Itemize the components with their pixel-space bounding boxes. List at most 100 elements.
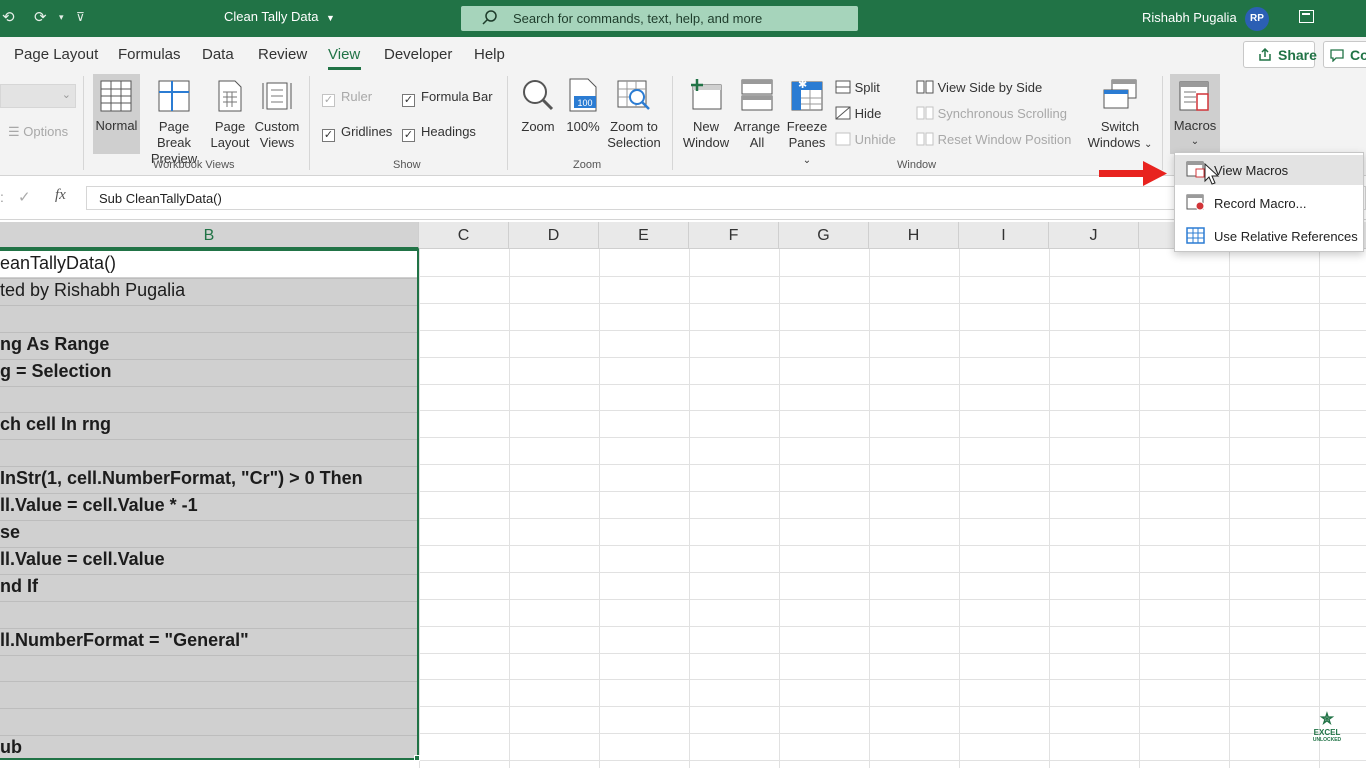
cell-b-value[interactable]: ng As Range xyxy=(0,334,109,355)
sheet-view-dropdown[interactable]: ⌄ xyxy=(0,84,76,108)
column-header-h[interactable]: H xyxy=(869,222,959,249)
page-layout-label-2: Layout xyxy=(210,135,250,150)
column-gridline xyxy=(869,249,870,768)
checkbox-checked-icon: ✓ xyxy=(402,94,415,107)
sheet-view-options-button[interactable]: ☰ Options xyxy=(8,124,68,140)
zoom-label: Zoom xyxy=(521,119,555,134)
page-break-icon xyxy=(158,80,190,112)
row-gridline xyxy=(419,733,1366,734)
column-gridline xyxy=(509,249,510,768)
tab-data[interactable]: Data xyxy=(202,46,234,63)
sync-scroll-icon xyxy=(916,106,934,120)
undo-icon[interactable]: ⟲ xyxy=(2,8,15,26)
row-gridline xyxy=(419,357,1366,358)
tab-page-layout[interactable]: Page Layout xyxy=(14,46,98,63)
comments-button[interactable]: Co xyxy=(1323,41,1366,68)
user-name[interactable]: Rishabh Pugalia xyxy=(1142,10,1237,25)
column-header-j[interactable]: J xyxy=(1049,222,1139,249)
search-box[interactable]: Search for commands, text, help, and mor… xyxy=(461,6,858,31)
selected-range[interactable]: eanTallyData() ted by Rishabh Pugalia ng A… xyxy=(0,249,419,760)
tab-view[interactable]: View xyxy=(328,46,360,63)
workbook-views-group-label: Workbook Views xyxy=(153,159,235,171)
cell-b-value[interactable]: ted by Rishabh Pugalia xyxy=(0,280,185,301)
record-macro-label: Record Macro... xyxy=(1214,196,1307,211)
page-break-preview-button[interactable]: Page Break Preview xyxy=(142,80,206,166)
view-side-by-side-button[interactable]: View Side by Side xyxy=(916,80,1042,95)
page-layout-label-1: Page xyxy=(214,119,246,134)
zoom-to-selection-icon xyxy=(617,80,650,110)
new-window-button[interactable]: New Window xyxy=(680,78,732,154)
arrange-all-button[interactable]: Arrange All xyxy=(733,78,781,154)
unhide-icon xyxy=(835,132,851,146)
column-header-f[interactable]: F xyxy=(689,222,779,249)
headings-label: Headings xyxy=(421,124,476,139)
column-gridline xyxy=(779,249,780,768)
column-header-i[interactable]: I xyxy=(959,222,1049,249)
cell-b-value[interactable]: ll.Value = cell.Value * -1 xyxy=(0,495,198,516)
page-layout-view-button[interactable]: Page Layout xyxy=(210,80,250,156)
customize-toolbar-icon[interactable]: ⊽ xyxy=(76,10,85,24)
new-window-icon xyxy=(691,79,722,110)
chevron-down-icon[interactable]: ▾ xyxy=(59,12,64,23)
zoom-button[interactable]: Zoom xyxy=(516,78,560,148)
view-macros-label: View Macros xyxy=(1214,163,1289,178)
tab-review[interactable]: Review xyxy=(258,46,307,63)
enter-icon[interactable]: ✓ xyxy=(18,188,31,206)
selection-row-line xyxy=(0,655,417,656)
normal-label: Normal xyxy=(95,118,138,133)
custom-views-button[interactable]: Custom Views xyxy=(253,80,301,156)
redo-icon[interactable]: ⟳ xyxy=(34,8,47,26)
cell-b-value[interactable]: InStr(1, cell.NumberFormat, "Cr") > 0 Th… xyxy=(0,468,363,489)
column-header-d[interactable]: D xyxy=(509,222,599,249)
cell-grid[interactable]: eanTallyData() ted by Rishabh Pugalia ng A… xyxy=(0,249,1366,768)
gridlines-checkbox[interactable]: ✓ Gridlines xyxy=(322,124,392,142)
tab-formulas[interactable]: Formulas xyxy=(118,46,181,63)
checkbox-checked-icon: ✓ xyxy=(322,129,335,142)
ruler-checkbox[interactable]: ✓ Ruler xyxy=(322,89,372,107)
switch-windows-button[interactable]: Switch Windows ⌄ xyxy=(1084,78,1156,154)
share-button[interactable]: Share xyxy=(1243,41,1317,68)
cell-b-value[interactable]: ll.Value = cell.Value xyxy=(0,549,165,570)
cancel-icon[interactable]: : xyxy=(0,189,4,205)
split-button[interactable]: Split xyxy=(835,80,880,95)
selection-row-line xyxy=(0,386,417,387)
column-header-g[interactable]: G xyxy=(779,222,869,249)
cell-b-value[interactable]: nd If xyxy=(0,576,38,597)
document-title[interactable]: Clean Tally Data ▼ xyxy=(224,9,335,24)
menu-item-record-macro[interactable]: Record Macro... xyxy=(1175,188,1363,218)
checkbox-checked-icon: ✓ xyxy=(322,94,335,107)
cell-b-value[interactable]: ub xyxy=(0,737,22,758)
macros-button[interactable]: Macros ⌄ xyxy=(1170,74,1220,154)
search-icon xyxy=(482,10,497,25)
freeze-panes-button[interactable]: ✱ Freeze Panes ⌄ xyxy=(783,78,831,166)
cell-b-value[interactable]: g = Selection xyxy=(0,361,112,382)
formula-bar-label: Formula Bar xyxy=(421,89,493,104)
cell-b-value[interactable]: se xyxy=(0,522,20,543)
formula-bar-checkbox[interactable]: ✓ Formula Bar xyxy=(402,89,493,107)
fill-handle[interactable] xyxy=(414,755,420,761)
cell-b-value[interactable]: eanTallyData() xyxy=(0,253,116,274)
selection-row-line xyxy=(0,278,417,279)
hide-icon xyxy=(835,106,851,120)
tab-help[interactable]: Help xyxy=(474,46,505,63)
row-gridline xyxy=(419,330,1366,331)
column-header-e[interactable]: E xyxy=(599,222,689,249)
headings-checkbox[interactable]: ✓ Headings xyxy=(402,124,476,142)
new-window-label-2: Window xyxy=(682,135,730,150)
svg-text:✱: ✱ xyxy=(798,78,807,91)
menu-item-use-relative-references[interactable]: Use Relative References xyxy=(1175,221,1363,251)
macros-dropdown-menu: View Macros Record Macro... Use Relative… xyxy=(1174,152,1364,252)
normal-view-button[interactable]: Normal xyxy=(93,74,140,154)
group-separator xyxy=(1162,76,1163,170)
cell-b-value[interactable]: ll.NumberFormat = "General" xyxy=(0,630,249,651)
zoom-to-selection-button[interactable]: Zoom to Selection xyxy=(604,78,664,154)
cell-b-value[interactable]: ch cell In rng xyxy=(0,414,111,435)
ribbon-display-options-icon[interactable] xyxy=(1299,10,1314,23)
column-header-b[interactable]: B xyxy=(0,222,419,249)
tab-developer[interactable]: Developer xyxy=(384,46,452,63)
zoom-100-button[interactable]: 100 100% xyxy=(564,78,602,148)
column-header-c[interactable]: C xyxy=(419,222,509,249)
insert-function-icon[interactable]: fx xyxy=(55,187,66,204)
hide-button[interactable]: Hide xyxy=(835,106,881,121)
avatar[interactable]: RP xyxy=(1245,7,1269,31)
